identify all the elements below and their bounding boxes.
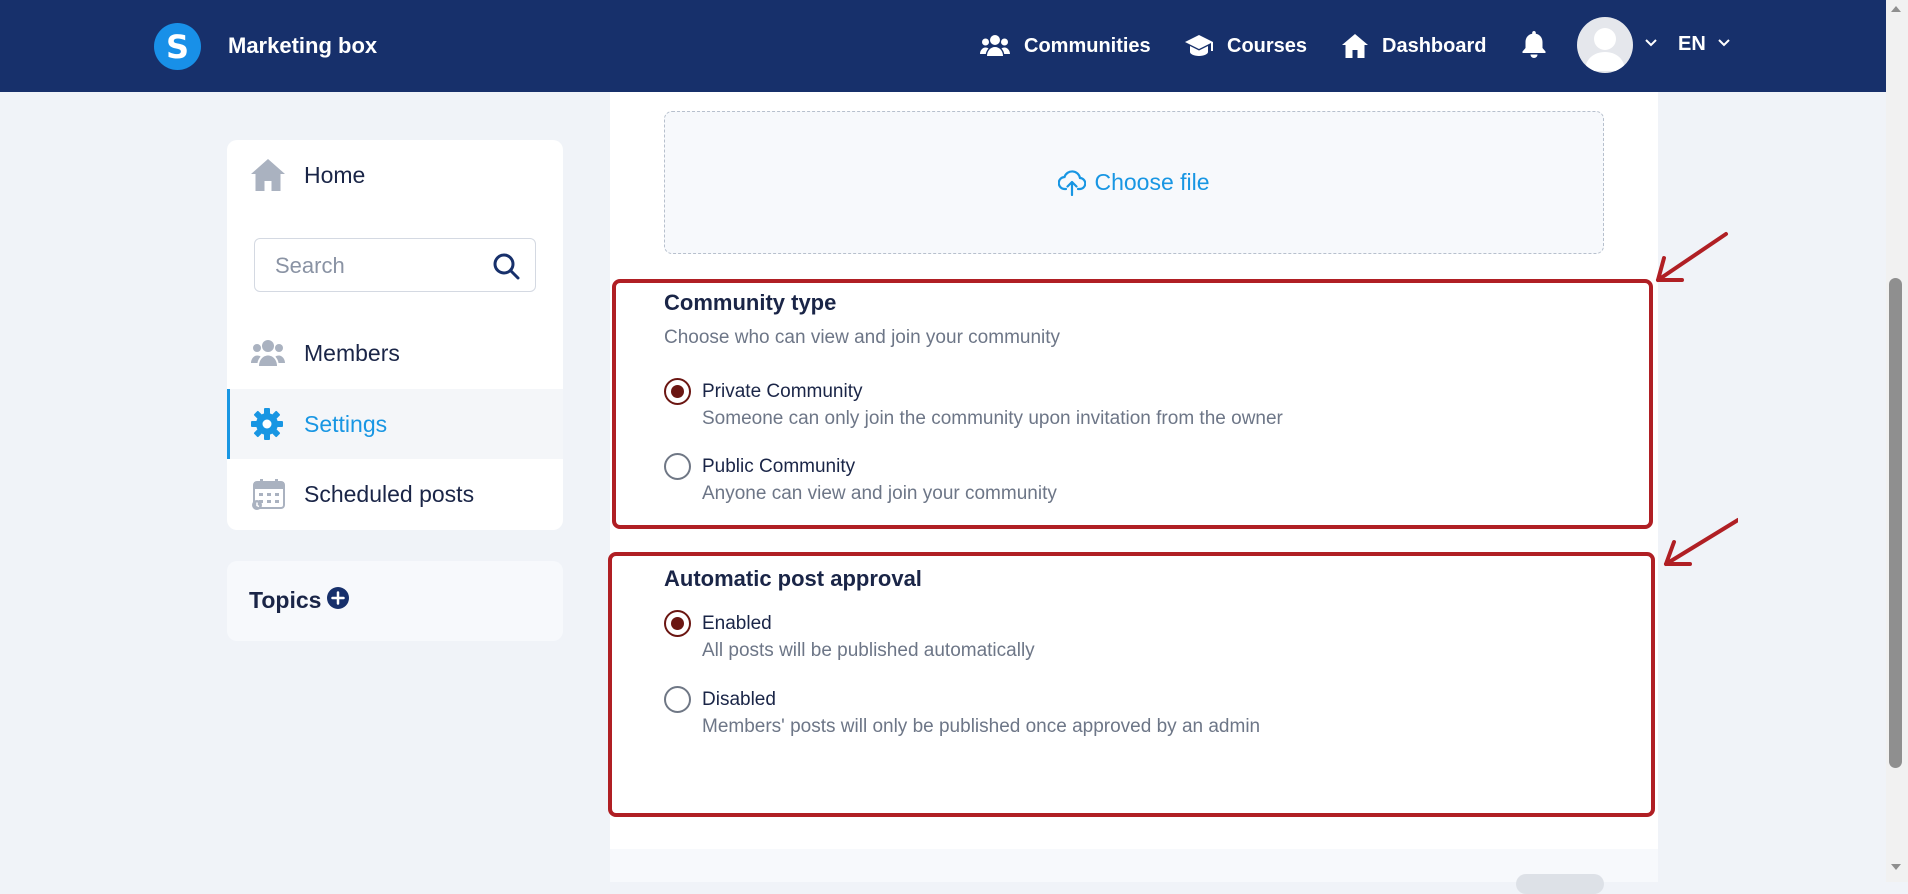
enabled-label[interactable]: Enabled: [702, 613, 772, 635]
disabled-radio[interactable]: [664, 686, 691, 713]
nav-dashboard[interactable]: Dashboard: [1342, 30, 1486, 62]
disabled-description: Members' posts will only be published on…: [702, 716, 1261, 737]
avatar[interactable]: [1577, 17, 1633, 73]
home-icon: [1342, 34, 1368, 58]
sidebar-item-label: Settings: [304, 410, 388, 437]
settings-footer: [610, 849, 1658, 882]
language-chevron-down-icon[interactable]: [1717, 38, 1731, 48]
annotation-arrow-icon: [1656, 232, 1728, 282]
users-icon: [980, 35, 1010, 56]
choose-file-dropzone[interactable]: Choose file: [664, 111, 1604, 254]
sidebar-item-home[interactable]: Home: [227, 140, 563, 210]
disabled-label[interactable]: Disabled: [702, 689, 776, 711]
enabled-description: All posts will be published automaticall…: [702, 640, 1035, 661]
calendar-icon: [252, 479, 285, 510]
app-logo[interactable]: S: [154, 23, 201, 70]
nav-courses-label: Courses: [1227, 34, 1308, 57]
language-selector[interactable]: EN: [1678, 33, 1706, 56]
brand-name[interactable]: Marketing box: [228, 33, 377, 59]
search-icon[interactable]: [492, 252, 520, 280]
top-navigation-bar: S Marketing box Communities Courses Dash…: [0, 0, 1886, 92]
gear-icon: [251, 408, 283, 440]
sidebar-item-label: Scheduled posts: [304, 480, 475, 507]
enabled-radio[interactable]: [664, 610, 691, 637]
public-community-radio[interactable]: [664, 453, 691, 480]
sidebar-card: Home Members: [227, 140, 563, 530]
nav-communities-label: Communities: [1024, 34, 1151, 57]
nav-communities[interactable]: Communities: [980, 30, 1151, 62]
bell-icon[interactable]: [1522, 31, 1546, 58]
chevron-down-icon[interactable]: [1644, 38, 1658, 48]
sidebar-item-label: Members: [304, 339, 400, 366]
topics-card: Topics: [227, 561, 563, 641]
nav-courses[interactable]: Courses: [1185, 30, 1307, 62]
scroll-up-arrow-icon[interactable]: [1890, 4, 1902, 14]
nav-dashboard-label: Dashboard: [1382, 34, 1487, 57]
topics-heading: Topics: [249, 587, 322, 613]
sidebar-item-members[interactable]: Members: [227, 318, 563, 388]
private-community-radio[interactable]: [664, 378, 691, 405]
annotation-arrow-icon: [1664, 518, 1738, 566]
save-button[interactable]: [1516, 874, 1604, 894]
cloud-upload-icon: [1058, 169, 1087, 196]
public-community-label[interactable]: Public Community: [702, 456, 855, 478]
sidebar-item-scheduled-posts[interactable]: Scheduled posts: [227, 459, 563, 529]
sidebar-item-label: Home: [304, 161, 366, 188]
post-approval-title: Automatic post approval: [664, 566, 922, 591]
user-avatar-icon: [1585, 28, 1625, 71]
members-icon: [251, 340, 285, 366]
sidebar-item-settings[interactable]: Settings: [227, 389, 563, 459]
sidebar-search: [254, 238, 536, 292]
graduation-cap-icon: [1185, 35, 1213, 56]
add-topic-icon[interactable]: [326, 586, 350, 610]
community-type-subtitle: Choose who can view and join your commun…: [664, 327, 1061, 348]
scroll-down-arrow-icon[interactable]: [1890, 862, 1902, 872]
private-community-description: Someone can only join the community upon…: [702, 408, 1283, 429]
home-icon: [251, 159, 285, 191]
private-community-label[interactable]: Private Community: [702, 381, 863, 403]
scrollbar-thumb[interactable]: [1889, 278, 1902, 768]
search-input[interactable]: [275, 251, 485, 281]
community-type-title: Community type: [664, 290, 837, 315]
choose-file-label: Choose file: [1094, 169, 1210, 195]
public-community-description: Anyone can view and join your community: [702, 483, 1057, 504]
